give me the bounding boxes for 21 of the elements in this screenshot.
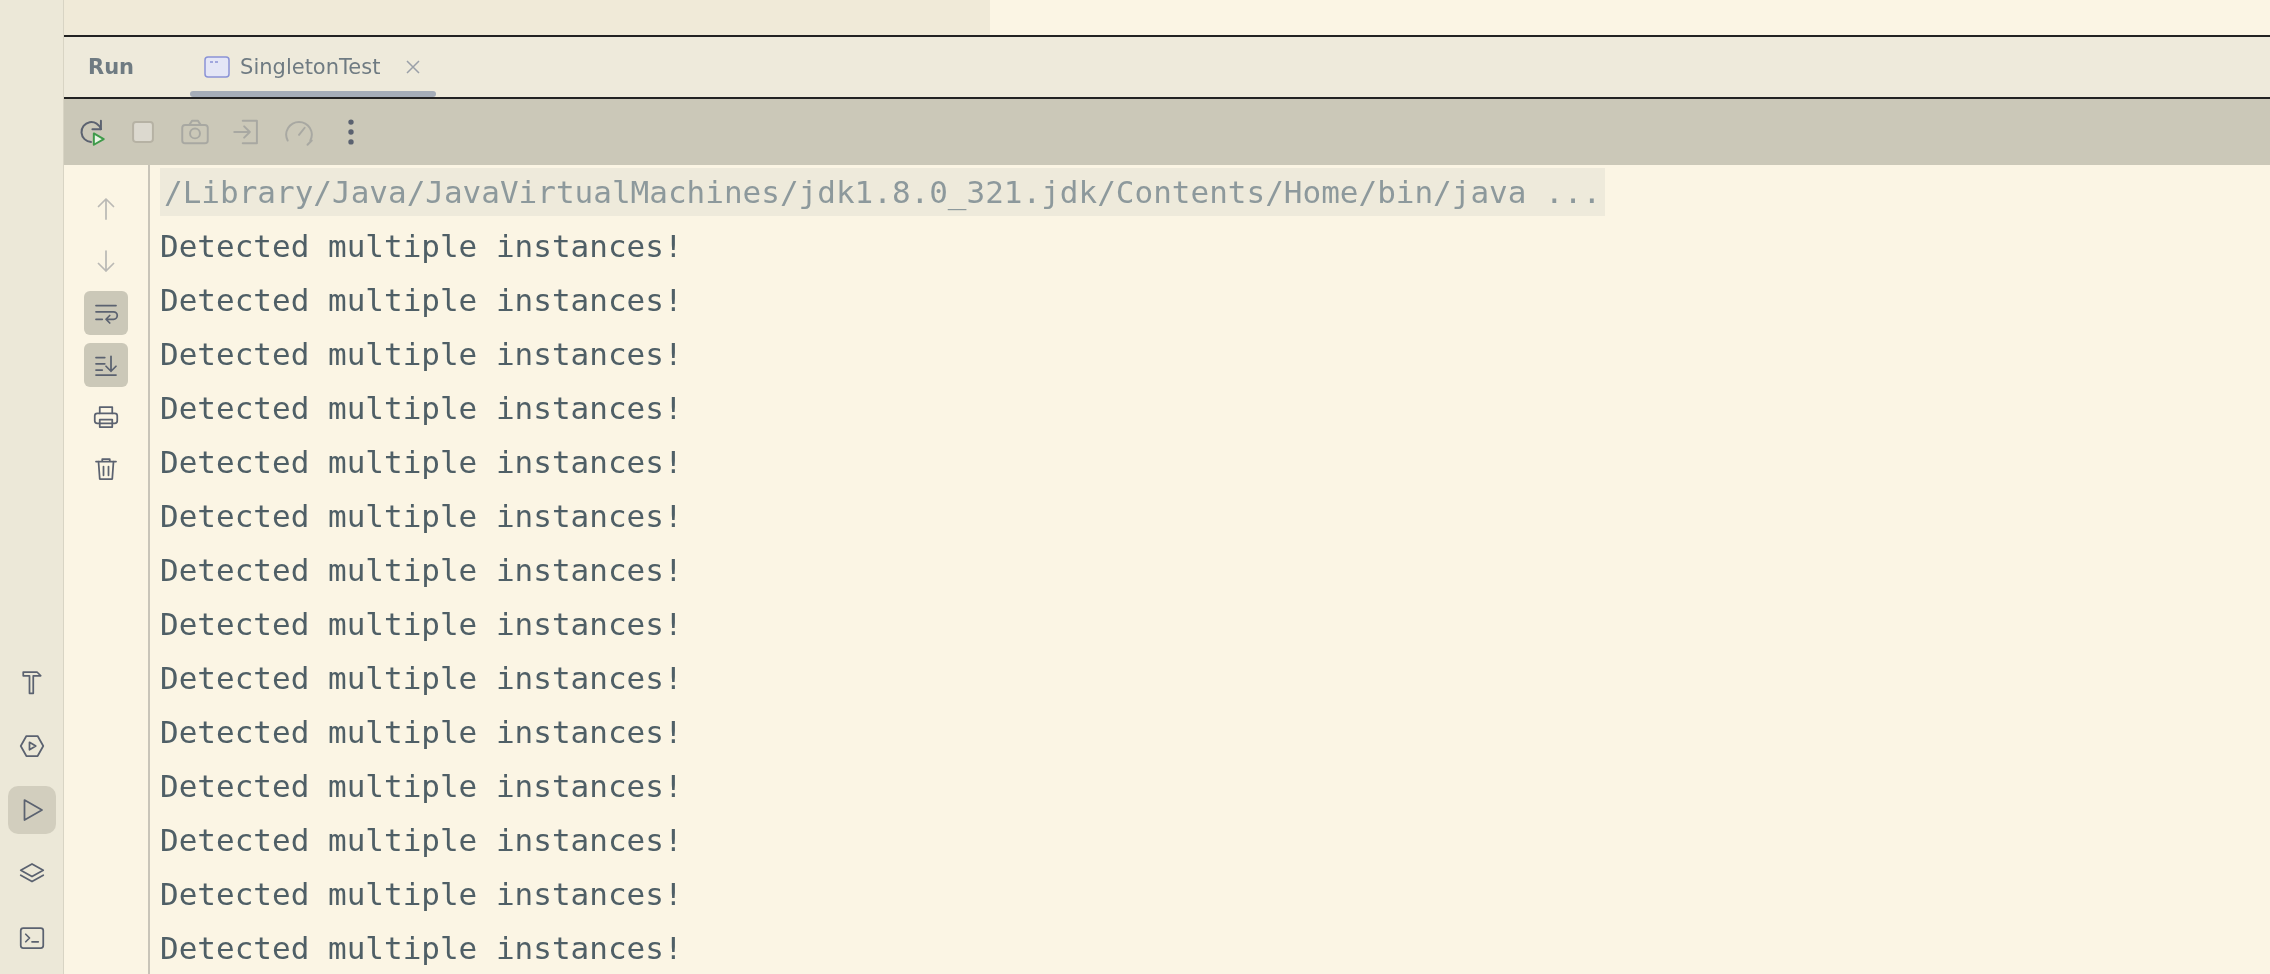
console-output-line: Detected multiple instances!	[160, 444, 683, 480]
console-output-line: Detected multiple instances!	[160, 498, 683, 534]
soft-wrap-icon[interactable]	[84, 291, 128, 335]
console-output-line: Detected multiple instances!	[160, 930, 683, 966]
run-icon[interactable]	[7, 786, 56, 834]
console-output-line: Detected multiple instances!	[160, 822, 683, 858]
console-output-line: Detected multiple instances!	[160, 228, 683, 264]
tool-window-title: Run	[88, 55, 135, 79]
scroll-to-end-icon[interactable]	[84, 343, 128, 387]
close-icon[interactable]	[404, 58, 423, 76]
console-output-line: Detected multiple instances!	[160, 768, 683, 804]
console-output-line: Detected multiple instances!	[160, 336, 683, 372]
console-output-line: Detected multiple instances!	[160, 606, 683, 642]
console-output-line: Detected multiple instances!	[160, 282, 683, 318]
console-output-line: Detected multiple instances!	[160, 390, 683, 426]
console-output-line: Detected multiple instances!	[160, 714, 683, 750]
window-icon	[204, 56, 231, 78]
console-output-line: Detected multiple instances!	[160, 876, 683, 912]
run-tab[interactable]: SingletonTest	[190, 37, 437, 97]
console-output-line: Detected multiple instances!	[160, 660, 683, 696]
console-output-line: Detected multiple instances!	[160, 552, 683, 588]
